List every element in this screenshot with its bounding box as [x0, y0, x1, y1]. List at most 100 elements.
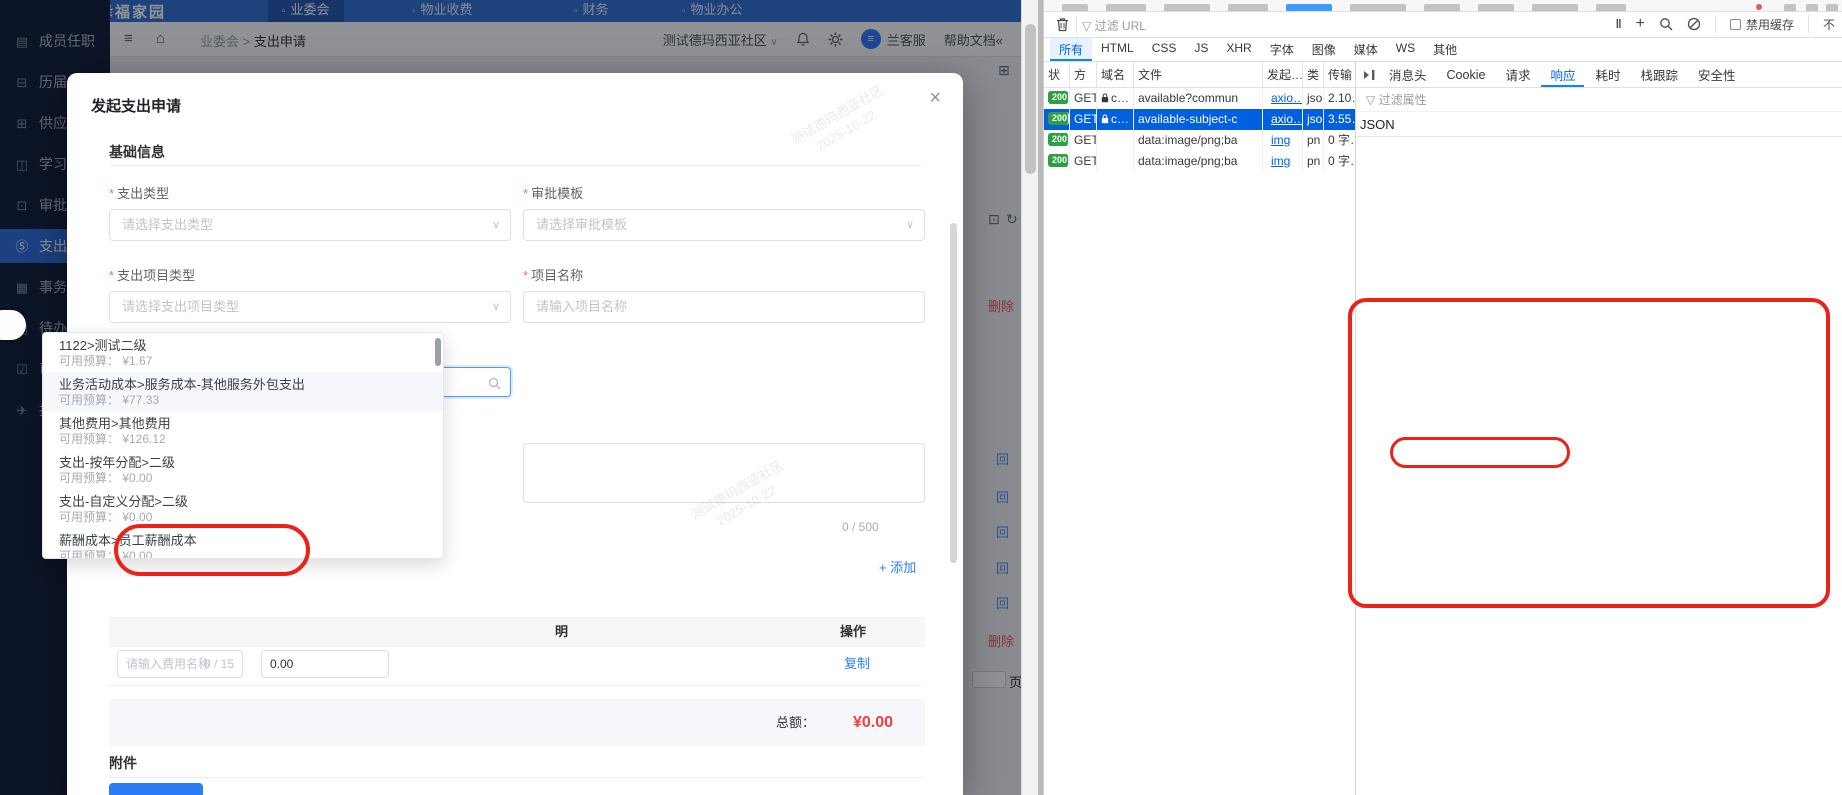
section-basic-info: 基础信息 — [109, 144, 165, 160]
initiator-link[interactable]: img — [1267, 154, 1292, 168]
filter-tab-所有[interactable]: 所有 — [1050, 38, 1093, 61]
column-header[interactable]: 域名 — [1097, 62, 1134, 87]
filter-tab-媒体[interactable]: 媒体 — [1345, 38, 1387, 61]
expense-type-label: * 支出类型 — [109, 186, 170, 201]
option-name: 其他费用>其他费用 — [59, 416, 171, 431]
copy-row-link[interactable]: 复制 — [844, 653, 870, 672]
filter-tab-JS[interactable]: JS — [1185, 38, 1217, 61]
detail-tab-安全性[interactable]: 安全性 — [1689, 62, 1745, 87]
column-header[interactable]: 发起… — [1263, 62, 1303, 87]
total-label: 总额： — [775, 715, 815, 730]
column-header[interactable]: 文件 — [1134, 62, 1263, 87]
request-detail-pane: 消息头 Cookie 请求 响应 耗时 栈跟踪 安全性 ▽ 过滤属性 JSON — [1356, 62, 1842, 795]
filter-tab-HTML[interactable]: HTML — [1092, 38, 1143, 61]
upload-attachment-button[interactable] — [109, 783, 203, 795]
throttling-select-fragment[interactable]: 不 — [1823, 16, 1835, 33]
filter-tab-其他[interactable]: 其他 — [1424, 38, 1466, 61]
devtools-network-toolbar: ▽ 过滤 URL ‖ + 禁用缓存 不 — [1044, 12, 1842, 38]
fee-amount-input[interactable]: 0.00 — [261, 650, 389, 678]
option-available-budget: 可用预算： ¥0.00 — [59, 510, 153, 524]
initiator-link[interactable]: axio… — [1267, 91, 1302, 105]
status-badge: 200 — [1048, 154, 1069, 167]
network-request-row[interactable]: 200GETc…available-subject-caxio…jso3.55…… — [1044, 109, 1355, 130]
dropdown-option[interactable]: 业务活动成本>服务成本-其他服务外包支出 可用预算： ¥77.33 — [43, 372, 443, 411]
disable-cache-checkbox[interactable]: 禁用缓存 — [1729, 16, 1794, 33]
detail-tabs: 消息头 Cookie 请求 响应 耗时 栈跟踪 安全性 — [1356, 62, 1842, 88]
detail-tab-请求[interactable]: 请求 — [1496, 62, 1539, 87]
option-name: 薪酬成本>员工薪酬成本 — [59, 533, 197, 548]
sidebar-toggle-icon[interactable] — [1362, 69, 1376, 81]
network-request-row[interactable]: 200GETdata:image/png;baimgpn0 字…7.3 — [1044, 130, 1355, 151]
filter-properties-input[interactable]: ▽ 过滤属性 — [1356, 88, 1842, 112]
detail-tab-响应[interactable]: 响应 — [1541, 62, 1584, 87]
pause-traffic-icon[interactable]: ‖ — [1616, 17, 1622, 31]
chevron-down-icon: ∨ — [905, 219, 914, 231]
approval-template-select[interactable]: 请选择审批模板 ∨ — [523, 209, 925, 241]
detail-tab-消息头[interactable]: 消息头 — [1380, 62, 1436, 87]
scrollbar-thumb[interactable] — [1025, 24, 1036, 174]
dropdown-scrollbar-thumb[interactable] — [435, 338, 441, 366]
initiator-link[interactable]: axio… — [1267, 112, 1302, 126]
filter-tab-图像[interactable]: 图像 — [1303, 38, 1345, 61]
modal-scrollbar-thumb[interactable] — [950, 223, 957, 563]
network-request-row[interactable]: 200GETdata:image/png;baimgpn0 字…7.4 — [1044, 151, 1355, 172]
filter-tab-字体[interactable]: 字体 — [1261, 38, 1303, 61]
expense-type-select[interactable]: 请选择支出类型 ∨ — [109, 209, 511, 241]
chevron-down-icon: ∨ — [491, 219, 500, 231]
option-available-budget: 可用预算： ¥1.67 — [59, 354, 153, 368]
request-file: available?commun — [1134, 88, 1263, 109]
filter-tab-WS[interactable]: WS — [1387, 38, 1424, 61]
option-name: 支出-自定义分配>二级 — [59, 494, 188, 509]
total-value: ¥0.00 — [852, 714, 893, 731]
project-name-input[interactable]: 请输入项目名称 — [523, 291, 925, 323]
budget-subject-dropdown: 1122>测试二级 可用预算： ¥1.67 业务活动成本>服务成本-其他服务外包支出… — [42, 332, 444, 559]
network-request-list: 状方域名文件发起…类传输大200GETc…available?communaxi… — [1044, 62, 1356, 795]
fee-table-header: 明 操作 — [109, 617, 925, 647]
dropdown-option[interactable]: 薪酬成本>员工薪酬成本 可用预算： ¥0.00 — [43, 528, 443, 558]
column-header[interactable]: 状 — [1044, 62, 1070, 87]
detail-tab-耗时[interactable]: 耗时 — [1586, 62, 1629, 87]
column-header[interactable]: 传输 — [1324, 62, 1355, 87]
dropdown-option[interactable]: 支出-自定义分配>二级 可用预算： ¥0.00 — [43, 489, 443, 528]
filter-url-input[interactable]: ▽ 过滤 URL — [1082, 17, 1146, 34]
description-textarea[interactable] — [523, 443, 925, 503]
browser-scrollbar[interactable] — [1021, 0, 1038, 795]
fee-col-action: 操作 — [840, 624, 867, 639]
close-icon[interactable]: × — [929, 87, 941, 110]
network-table-header: 状方域名文件发起…类传输大 — [1044, 62, 1355, 88]
clear-requests-trash-icon[interactable] — [1056, 17, 1069, 32]
request-file: available-subject-c — [1134, 109, 1263, 130]
checkbox-icon — [1729, 18, 1741, 30]
filter-tab-CSS[interactable]: CSS — [1143, 38, 1186, 61]
network-request-row[interactable]: 200GETc…available?communaxio…jso2.10…1.8 — [1044, 88, 1355, 109]
detail-tab-栈跟踪[interactable]: 栈跟踪 — [1631, 62, 1687, 87]
dropdown-option[interactable]: 1122>测试二级 可用预算： ¥1.67 — [43, 333, 443, 372]
dropdown-option[interactable]: 支出-按年分配>二级 可用预算： ¥0.00 — [43, 450, 443, 489]
json-section-header[interactable]: JSON — [1356, 112, 1842, 137]
option-name: 业务活动成本>服务成本-其他服务外包支出 — [59, 377, 305, 392]
devtools-tabbar-sliver — [1044, 0, 1842, 12]
modal-title: 发起支出申请 — [91, 98, 182, 115]
column-header[interactable]: 类 — [1303, 62, 1324, 87]
devtools-panel: ▽ 过滤 URL ‖ + 禁用缓存 不 所有 HTML CSS JS XHR 字体 图像 媒体… — [1043, 0, 1842, 795]
approval-template-label: * 审批模板 — [523, 186, 584, 201]
new-request-icon[interactable]: + — [1636, 15, 1645, 33]
chevron-down-icon: ∨ — [491, 301, 500, 313]
search-icon[interactable] — [1659, 17, 1673, 31]
fee-col-desc-fragment: 明 — [555, 624, 569, 639]
window-divider — [1038, 0, 1043, 795]
filter-tab-XHR[interactable]: XHR — [1217, 38, 1260, 61]
dropdown-option[interactable]: 其他费用>其他费用 可用预算： ¥126.12 — [43, 411, 443, 450]
block-request-icon[interactable] — [1687, 17, 1701, 31]
detail-tab-Cookie[interactable]: Cookie — [1438, 65, 1495, 85]
option-available-budget: 可用预算： ¥126.12 — [59, 432, 166, 446]
project-type-select[interactable]: 请选择支出项目类型 ∨ — [109, 291, 511, 323]
option-name: 支出-按年分配>二级 — [59, 455, 175, 470]
fee-name-input[interactable]: 请输入费用名称 0 / 15 — [117, 650, 243, 678]
option-available-budget: 可用预算： ¥0.00 — [59, 471, 153, 485]
add-fee-link[interactable]: + 添加 — [879, 557, 916, 576]
attachments-title: 附件 — [109, 755, 137, 771]
column-header[interactable]: 方 — [1070, 62, 1097, 87]
divider — [109, 777, 925, 778]
initiator-link[interactable]: img — [1267, 133, 1292, 147]
